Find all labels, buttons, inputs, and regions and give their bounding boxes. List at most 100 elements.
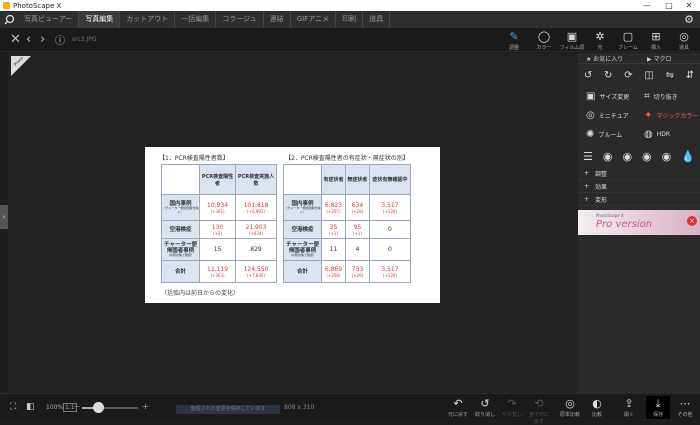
left-panel-toggle-icon[interactable]: › [0, 205, 8, 229]
compare-original-button[interactable]: ◎ 原本比較 [558, 396, 582, 419]
image-size: 808 x 310 [284, 404, 315, 411]
close-editor-icon[interactable]: ✕ [10, 32, 21, 47]
hdr-item[interactable]: ◍ HDR [644, 129, 670, 140]
tab-macro[interactable]: ▶ マクロ [639, 54, 700, 63]
tool-adjust[interactable]: ✎ 調整 [500, 29, 528, 52]
section-effects[interactable]: + 効果 [578, 181, 700, 193]
film-icon: ▣ [566, 30, 578, 43]
table-row: チャーター便帰国者事例 （水際対策で確認） 15 829 [161, 238, 277, 261]
redo-button[interactable]: ↷ やり直し [500, 396, 524, 419]
open-icon: ⇪ [624, 397, 634, 410]
table-row: 国内事例 （チャーター便帰国者を除く） 10,934 (+361) 101,818(… [161, 194, 277, 221]
tab-photo-viewer[interactable]: 写真ビューアー [18, 11, 80, 28]
tab-photo-editor[interactable]: 写真編集 [79, 11, 121, 28]
tab-print[interactable]: 印刷 [336, 11, 364, 28]
col-header-positive: PCR検査陽性者 [198, 164, 237, 195]
col-header-symptomatic: 有症状者 [321, 164, 346, 195]
pro-version-banner[interactable]: PhotoScape X Pro version × [578, 210, 700, 235]
tab-combine[interactable]: 連結 [264, 11, 291, 28]
bloom-icon: ✺ [586, 129, 595, 140]
zoom-level[interactable]: 100% [46, 404, 63, 411]
compare-split-icon: ◐ [592, 397, 602, 410]
rotate-auto-icon[interactable]: ⟳ [624, 70, 632, 81]
section-adjust[interactable]: + 調整 [578, 168, 700, 180]
revert-button[interactable]: ↺ 取り消し [473, 396, 497, 419]
quick-filter-row: ☰ ◉ ◉ ◉ ◉ 💧 [578, 148, 700, 164]
mode-tabs-bar: 写真ビューアー 写真編集 カットアウト 一括編集 コラージュ 連結 GIFアニメ… [0, 11, 700, 28]
table-row: 合計 11,119 (+363) 124,550 (+7,836) [161, 260, 277, 283]
tab-tools[interactable]: 道具 [363, 11, 391, 28]
tab-batch[interactable]: 一括編集 [175, 11, 217, 28]
tool-insert[interactable]: ⊞ 挿入 [642, 29, 670, 52]
compare-button[interactable]: ◐ 比較 [585, 396, 609, 419]
table-row: 国内事例 （チャーター便帰国者を除く） 6,823 (+207) 634 (+28) … [283, 194, 412, 221]
bottom-bar: ⛶ ◧ 100% 1:1 — + 整理された変更を保存しています 808 x 3… [0, 393, 700, 425]
save-icon: ⤓ [655, 397, 661, 410]
info-icon[interactable]: ⓘ [55, 34, 65, 49]
tone-4-icon[interactable]: ◉ [662, 150, 672, 163]
drop-icon[interactable]: 💧 [681, 150, 695, 163]
close-banner-icon[interactable]: × [687, 216, 697, 226]
table-row: 空港検疫 130 (+2) 21,903 (+834) [161, 220, 277, 239]
minimize-button[interactable]: — [638, 0, 656, 11]
save-button[interactable]: ⤓ 保存 [646, 396, 670, 419]
tool-film[interactable]: ▣ フィルム調 [558, 29, 586, 52]
rotate-left-icon[interactable]: ↺ [584, 70, 592, 81]
tool-light[interactable]: ✲ 光 [586, 29, 614, 52]
resize-item[interactable]: ▣ サイズ変更 [586, 91, 629, 102]
tone-2-icon[interactable]: ◉ [622, 150, 632, 163]
settings-gear-icon[interactable]: ⚙ [684, 13, 694, 26]
rotate-right-icon[interactable]: ↻ [604, 70, 612, 81]
tool-frame[interactable]: ▢ フレーム [614, 29, 642, 52]
tool-tools[interactable]: ◎ 道具 [670, 29, 698, 52]
crop-item[interactable]: ⌗ 切り抜き [644, 91, 678, 102]
tab-favorites[interactable]: ★ お気に入り [578, 54, 639, 63]
frame-icon: ▢ [622, 30, 634, 43]
photo-corner-badge: Photo [11, 55, 31, 76]
miniature-item[interactable]: ◎ ミニチュア [586, 110, 629, 121]
next-icon[interactable]: › [40, 32, 45, 47]
maximize-button[interactable]: □ [660, 0, 678, 11]
open-button[interactable]: ⇪ 開く [617, 396, 641, 419]
more-icon: ⋯ [679, 397, 691, 410]
status-message: 整理された変更を保存しています [176, 405, 280, 414]
transform-icon-row: ↺ ↻ ⟳ ◫ ⇋ ⇵ [578, 67, 700, 83]
table-row: チャーター便帰国者事例 （水際対策で確認） 11 4 0 [283, 238, 412, 261]
magic-color-item[interactable]: ✦ マジックカラー [644, 110, 698, 121]
col-header-tested: PCR検査実施人数 [235, 164, 277, 195]
tool-color[interactable]: ◯ カラー [530, 29, 558, 52]
more-button[interactable]: ⋯ その他 [673, 396, 697, 419]
tab-gif[interactable]: GIFアニメ [291, 11, 337, 28]
tab-cutout[interactable]: カットアウト [120, 11, 176, 28]
tone-1-icon[interactable]: ◉ [603, 150, 613, 163]
zoom-in-button[interactable]: + [142, 402, 149, 411]
zoom-out-button[interactable]: — [74, 403, 80, 410]
table-row: 空港検疫 35 (+1) 95 (+1) 0 [283, 220, 412, 239]
light-icon: ✲ [595, 30, 605, 43]
tone-3-icon[interactable]: ◉ [642, 150, 652, 163]
col-header-checking: 症状有無確認中 [368, 164, 412, 195]
undo-button[interactable]: ↶ 元に戻す [446, 396, 470, 419]
bloom-item[interactable]: ✺ ブルーム [586, 129, 622, 140]
undo-icon: ↶ [453, 397, 463, 410]
color-icon: ◯ [537, 30, 551, 43]
hdr-icon: ◍ [644, 129, 653, 140]
pcr-table-1: PCR検査陽性者 PCR検査実施人数 国内事例 （チャーター便帰国者を除く） 10… [161, 164, 277, 283]
straighten-icon[interactable]: ◫ [644, 70, 653, 81]
undo-all-button[interactable]: ⟲ 全て元に戻す [527, 396, 551, 425]
zoom-slider-handle[interactable] [93, 402, 104, 413]
close-button[interactable]: ✕ [680, 0, 698, 11]
prev-icon[interactable]: ‹ [26, 32, 31, 47]
split-view-icon[interactable]: ◧ [26, 402, 35, 412]
crop-icon: ⌗ [644, 91, 650, 102]
flip-horizontal-icon[interactable]: ⇋ [666, 70, 674, 81]
fit-view-icon[interactable]: ⛶ [10, 402, 16, 412]
tab-collage[interactable]: コラージュ [216, 11, 264, 28]
edited-image[interactable]: 【1．PCR検査陽性者数】 【2．PCR検査陽性者の有症状・無症状の別】 PCR… [145, 147, 440, 303]
list-icon[interactable]: ☰ [583, 150, 593, 163]
app-icon [3, 2, 10, 9]
pcr-table-2: 有症状者 無症状者 症状有無確認中 国内事例 （チャーター便帰国者を除く） 6,8… [283, 164, 412, 283]
section-transform[interactable]: + 変形 [578, 194, 700, 206]
home-search-icon[interactable] [0, 11, 18, 28]
flip-vertical-icon[interactable]: ⇵ [686, 70, 694, 81]
